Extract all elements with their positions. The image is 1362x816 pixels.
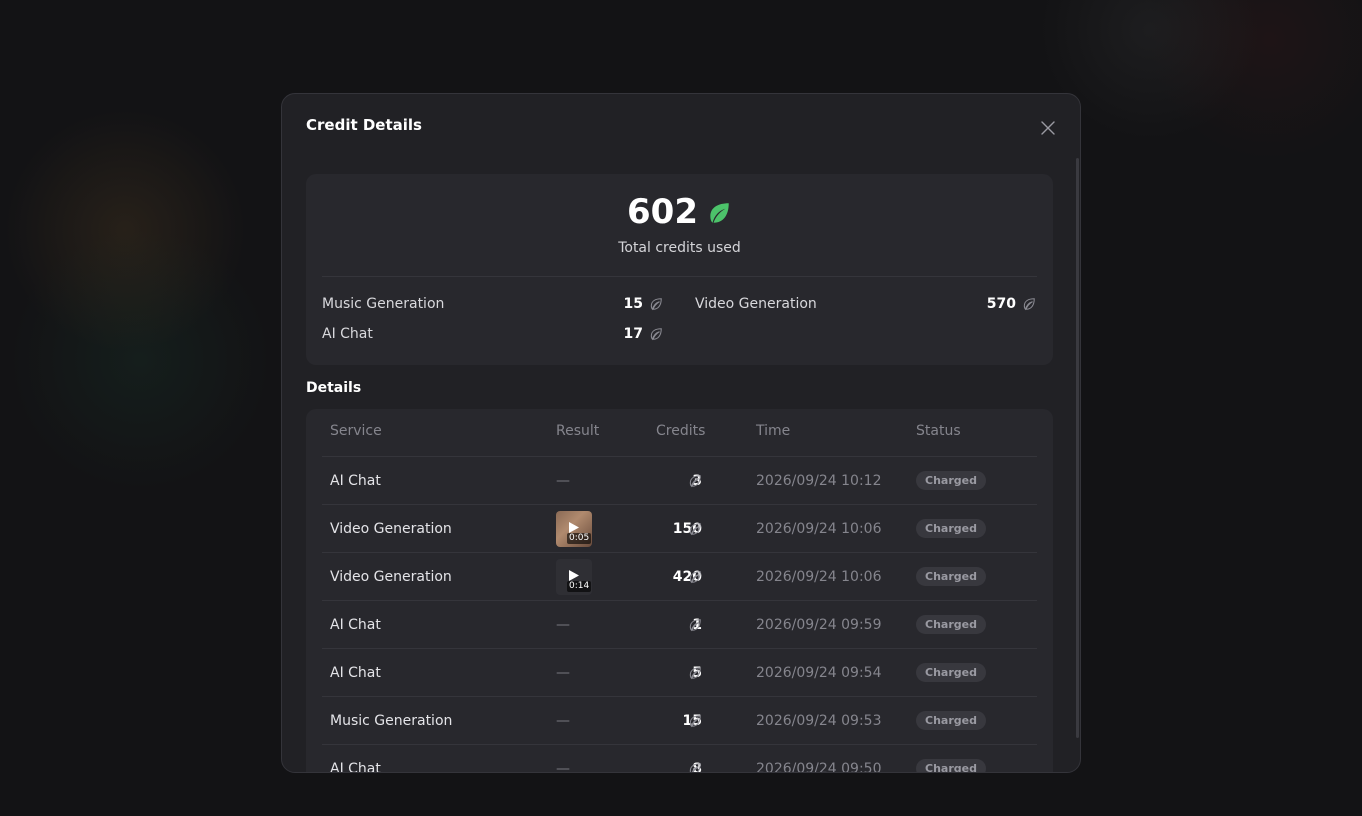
status-badge: Charged	[916, 519, 986, 538]
row-service: Video Generation	[330, 520, 452, 537]
divider	[322, 276, 1037, 277]
leaf-icon	[688, 553, 702, 600]
row-time: 2026/09/24 10:06	[756, 568, 882, 585]
leaf-icon	[688, 457, 702, 504]
row-service: AI Chat	[330, 616, 381, 633]
play-icon	[569, 521, 579, 533]
leaf-icon	[688, 697, 702, 744]
row-service: Music Generation	[330, 712, 453, 729]
breakdown-music-generation: Music Generation 15	[322, 294, 663, 314]
breakdown-name: AI Chat	[322, 326, 373, 342]
scrollbar[interactable]	[1076, 158, 1079, 738]
column-header-result: Result	[556, 423, 600, 439]
row-time: 2026/09/24 09:50	[756, 760, 882, 773]
column-header-service: Service	[330, 423, 382, 439]
table-row: AI Chat — 5 2026/09/24 09:54 Charged	[322, 648, 1037, 696]
close-icon	[1041, 121, 1055, 135]
breakdown-video-generation: Video Generation 570	[695, 294, 1036, 314]
row-time: 2026/09/24 10:06	[756, 520, 882, 537]
status-badge: Charged	[916, 663, 986, 682]
details-table: Service Result Credits Time Status AI Ch…	[306, 409, 1053, 773]
status-badge: Charged	[916, 471, 986, 490]
row-result: —	[556, 472, 570, 489]
leaf-icon	[650, 328, 662, 341]
breakdown-amount: 570	[986, 296, 1016, 312]
row-result: —	[556, 616, 570, 633]
table-row: AI Chat — 1 2026/09/24 09:59 Charged	[322, 600, 1037, 648]
column-header-status: Status	[916, 423, 961, 439]
row-service: AI Chat	[330, 760, 381, 773]
play-icon	[569, 569, 579, 581]
column-header-credits: Credits	[656, 423, 706, 439]
total-credits: 602	[306, 192, 1053, 232]
status-badge: Charged	[916, 615, 986, 634]
leaf-icon	[650, 298, 662, 311]
video-duration: 0:05	[567, 532, 592, 544]
row-result: —	[556, 760, 570, 773]
total-credits-label: Total credits used	[618, 240, 741, 256]
breakdown-amount: 17	[623, 326, 643, 342]
modal-title: Credit Details	[306, 116, 422, 134]
row-service: AI Chat	[330, 472, 381, 489]
total-credits-value: 602	[627, 192, 698, 232]
breakdown-name: Music Generation	[322, 296, 445, 312]
table-row: Music Generation — 15 2026/09/24 09:53 C…	[322, 696, 1037, 744]
row-time: 2026/09/24 09:54	[756, 664, 882, 681]
leaf-icon	[1023, 298, 1035, 311]
status-badge: Charged	[916, 711, 986, 730]
video-thumbnail[interactable]: 0:14	[556, 558, 592, 595]
video-thumbnail[interactable]: 0:05	[556, 510, 592, 547]
row-result: —	[556, 664, 570, 681]
row-time: 2026/09/24 10:12	[756, 472, 882, 489]
table-row: AI Chat — 3 2026/09/24 10:12 Charged	[322, 456, 1037, 504]
breakdown-name: Video Generation	[695, 296, 817, 312]
table-row: Video Generation 0:05 150 2026/09/24 10:…	[322, 504, 1037, 552]
status-badge: Charged	[916, 759, 986, 772]
table-row: Video Generation 0:14 420 2026/09/24 10:…	[322, 552, 1037, 600]
row-service: AI Chat	[330, 664, 381, 681]
breakdown-amount: 15	[623, 296, 643, 312]
row-result: —	[556, 712, 570, 729]
table-row: AI Chat — 8 2026/09/24 09:50 Charged	[322, 744, 1037, 773]
status-badge: Charged	[916, 567, 986, 586]
breakdown-ai-chat: AI Chat 17	[322, 324, 663, 344]
leaf-icon	[710, 203, 729, 223]
leaf-icon	[688, 745, 702, 772]
credit-details-modal: Credit Details 602 Total credits used Mu…	[281, 93, 1081, 773]
close-button[interactable]	[1038, 118, 1058, 138]
column-header-time: Time	[756, 423, 791, 439]
leaf-icon	[688, 649, 702, 696]
leaf-icon	[688, 601, 702, 648]
leaf-icon	[688, 505, 702, 552]
video-duration: 0:14	[567, 580, 592, 592]
row-time: 2026/09/24 09:53	[756, 712, 882, 729]
credits-summary-card: 602 Total credits used Music Generation …	[306, 174, 1053, 365]
row-time: 2026/09/24 09:59	[756, 616, 882, 633]
details-heading: Details	[306, 380, 362, 396]
row-service: Video Generation	[330, 568, 452, 585]
